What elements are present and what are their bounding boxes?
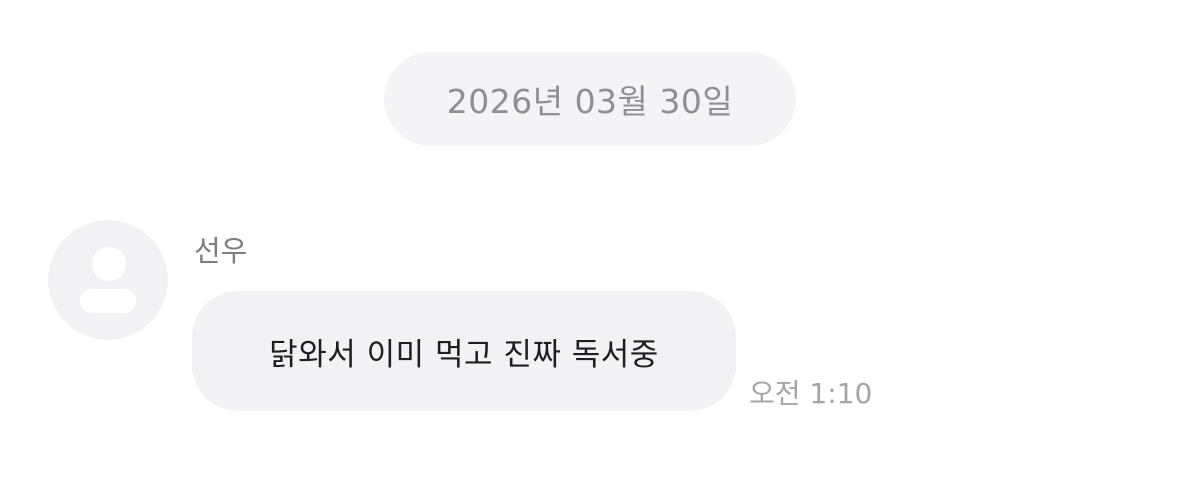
person-body-shape: [80, 289, 136, 313]
avatar[interactable]: [48, 220, 168, 340]
person-head-shape: [92, 247, 126, 281]
sender-name: 선우: [194, 234, 248, 268]
date-divider: 2026년 03월 30일: [384, 52, 796, 146]
message-timestamp: 오전 1:10: [749, 377, 873, 410]
message-bubble[interactable]: 닭와서 이미 먹고 진짜 독서중: [192, 291, 736, 411]
message-text: 닭와서 이미 먹고 진짜 독서중: [269, 336, 659, 373]
date-divider-label: 2026년 03월 30일: [446, 82, 734, 121]
